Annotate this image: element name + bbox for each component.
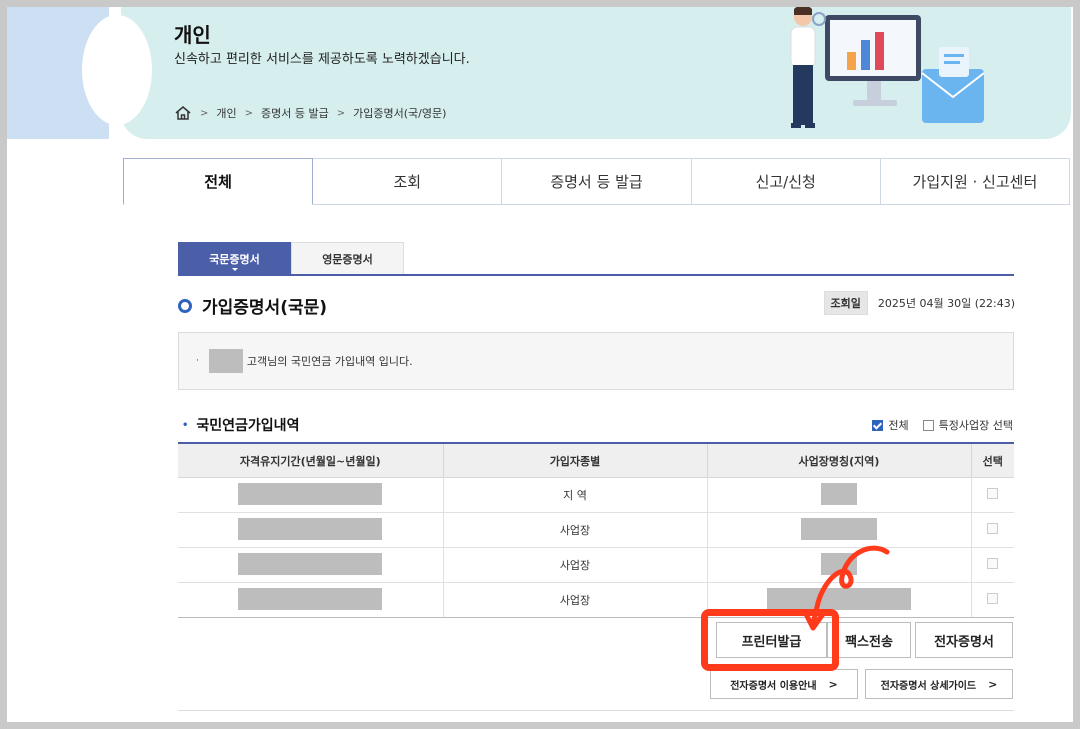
pointer-arrow-icon (802, 545, 890, 631)
info-box: · 고객님의 국민연금 가입내역 입니다. (178, 332, 1014, 390)
row-select-checkbox[interactable] (987, 488, 999, 499)
row-select-checkbox[interactable] (987, 558, 999, 569)
tab-all[interactable]: 전체 (123, 158, 314, 205)
tab-certificates[interactable]: 증명서 등 발급 (502, 158, 692, 204)
filter-all-checkbox[interactable]: 전체 (872, 417, 909, 433)
tab-inquiry[interactable]: 조회 (313, 158, 503, 204)
row-select-checkbox[interactable] (987, 523, 999, 534)
breadcrumb-item[interactable]: 증명서 등 발급 (261, 105, 329, 121)
tab-english-certificate[interactable]: 영문증명서 (291, 242, 404, 274)
breadcrumb-item[interactable]: 개인 (216, 105, 236, 121)
ring-bullet-icon (178, 298, 192, 313)
divider (178, 710, 1014, 711)
info-message: 고객님의 국민연금 가입내역 입니다. (246, 355, 413, 368)
electronic-detail-guide-button[interactable]: 전자증명서 상세가이드 > (865, 669, 1013, 699)
redacted-period (238, 482, 383, 505)
checkbox-checked-icon[interactable] (872, 419, 884, 431)
redacted-workplace (821, 482, 857, 505)
chevron-right-icon: > (828, 677, 838, 691)
sub-tab-bar: 국문증명서 영문증명서 (178, 242, 1014, 276)
redacted-period (238, 552, 383, 575)
page-subtitle: 신속하고 편리한 서비스를 제공하도록 노력하겠습니다. (174, 52, 470, 67)
main-tab-bar: 전체 조회 증명서 등 발급 신고/신청 가입지원 · 신고센터 (123, 158, 1071, 205)
chevron-right-icon: > (988, 677, 998, 691)
filter-specific-checkbox[interactable]: 특정사업장 선택 (922, 417, 1013, 433)
page-frame: 개인 신속하고 편리한 서비스를 제공하도록 노력하겠습니다. > 개인 > 증… (7, 7, 1073, 722)
filter-specific-label: 특정사업장 선택 (938, 419, 1013, 432)
column-header: 사업장명칭(지역) (707, 442, 972, 478)
electronic-guide-label: 전자증명서 이용안내 (730, 680, 817, 692)
list-title: • 국민연금가입내역 (182, 415, 299, 435)
electronic-guide-button[interactable]: 전자증명서 이용안내 > (710, 669, 858, 699)
breadcrumb: > 개인 > 증명서 등 발급 > 가입증명서(국/영문) (174, 105, 446, 121)
section-title: 가입증명서(국문) (178, 293, 327, 318)
tab-support-center[interactable]: 가입지원 · 신고센터 (880, 158, 1071, 204)
banner-illustration (790, 7, 985, 128)
page-title: 개인 (174, 23, 211, 47)
redacted-name (208, 349, 243, 373)
inquiry-date-value: 2025년 04월 30일 (22:43) (877, 297, 1015, 310)
bullet-icon: · (196, 356, 199, 366)
member-type: 사업장 (443, 547, 708, 583)
filter-options: 전체 특정사업장 선택 (858, 417, 1013, 433)
member-type: 지 역 (443, 477, 708, 513)
member-type: 사업장 (443, 512, 708, 548)
column-header: 자격유지기간(년월일~년월일) (178, 442, 444, 478)
column-header: 가입자종별 (443, 442, 708, 478)
electronic-detail-guide-label: 전자증명서 상세가이드 (880, 680, 977, 692)
electronic-certificate-button[interactable]: 전자증명서 (915, 622, 1013, 658)
row-select-checkbox[interactable] (987, 593, 999, 604)
member-type: 사업장 (443, 582, 708, 618)
breadcrumb-item[interactable]: 가입증명서(국/영문) (353, 105, 446, 121)
banner-notch (82, 15, 152, 125)
inquiry-date: 조회일 2025년 04월 30일 (22:43) (823, 291, 1015, 315)
table-row: 지 역 (178, 477, 1014, 513)
bullet-icon: • (182, 419, 189, 431)
redacted-period (238, 587, 383, 610)
inquiry-date-label: 조회일 (823, 291, 868, 315)
breadcrumb-separator-icon: > (244, 107, 254, 119)
home-icon[interactable] (174, 105, 192, 121)
list-title-text: 국민연금가입내역 (196, 418, 300, 434)
tab-report-apply[interactable]: 신고/신청 (691, 158, 881, 204)
section-title-text: 가입증명서(국문) (202, 298, 328, 318)
redacted-period (238, 517, 383, 540)
checkbox-icon[interactable] (922, 419, 934, 431)
tab-korean-certificate[interactable]: 국문증명서 (178, 242, 291, 274)
breadcrumb-separator-icon: > (200, 107, 209, 119)
column-header: 선택 (971, 442, 1014, 478)
filter-all-label: 전체 (888, 419, 909, 432)
breadcrumb-separator-icon: > (336, 107, 346, 119)
